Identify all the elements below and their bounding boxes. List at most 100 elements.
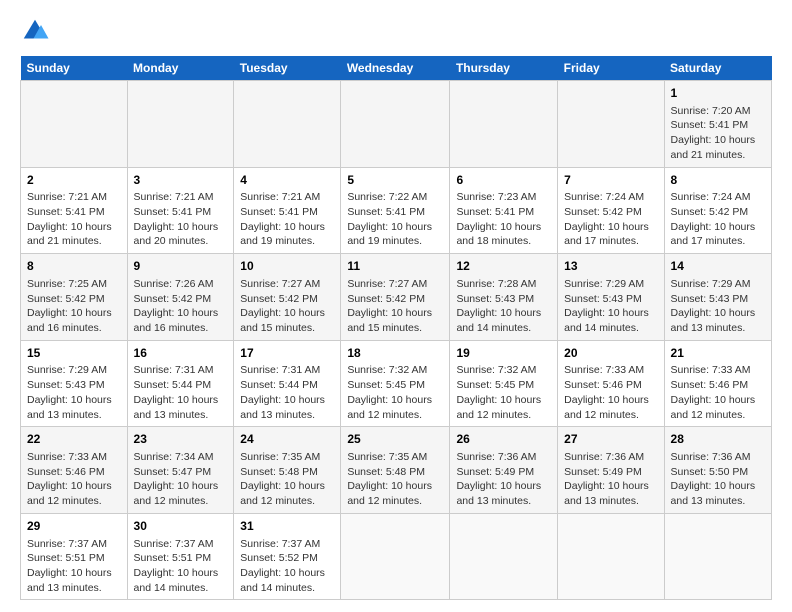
day-number: 9: [134, 258, 228, 275]
calendar-cell: 24 Sunrise: 7:35 AM Sunset: 5:48 PM Dayli…: [234, 427, 341, 514]
day-number: 31: [240, 518, 334, 535]
calendar-cell: 28Sunrise: 7:36 AM Sunset: 5:50 PM Dayli…: [664, 427, 771, 514]
calendar-cell: 23 Sunrise: 7:34 AM Sunset: 5:47 PM Dayli…: [127, 427, 234, 514]
day-info: Sunrise: 7:23 AM Sunset: 5:41 PM Dayligh…: [456, 190, 551, 249]
col-saturday: Saturday: [664, 56, 771, 81]
day-info: Sunrise: 7:37 AM Sunset: 5:51 PM Dayligh…: [27, 537, 121, 596]
day-info: Sunrise: 7:21 AM Sunset: 5:41 PM Dayligh…: [27, 190, 121, 249]
day-info: Sunrise: 7:35 AM Sunset: 5:48 PM Dayligh…: [240, 450, 334, 509]
day-number: 14: [671, 258, 765, 275]
col-monday: Monday: [127, 56, 234, 81]
week-row: 15Sunrise: 7:29 AM Sunset: 5:43 PM Dayli…: [21, 340, 772, 427]
calendar-cell: 11 Sunrise: 7:27 AM Sunset: 5:42 PM Dayli…: [341, 254, 450, 341]
day-info: Sunrise: 7:31 AM Sunset: 5:44 PM Dayligh…: [134, 363, 228, 422]
day-number: 27: [564, 431, 657, 448]
calendar-cell: 6Sunrise: 7:23 AM Sunset: 5:41 PM Daylig…: [450, 167, 558, 254]
day-info: Sunrise: 7:26 AM Sunset: 5:42 PM Dayligh…: [134, 277, 228, 336]
day-info: Sunrise: 7:20 AM Sunset: 5:41 PM Dayligh…: [671, 104, 765, 163]
calendar-cell: 27 Sunrise: 7:36 AM Sunset: 5:49 PM Dayli…: [558, 427, 664, 514]
col-tuesday: Tuesday: [234, 56, 341, 81]
day-number: 29: [27, 518, 121, 535]
day-info: Sunrise: 7:24 AM Sunset: 5:42 PM Dayligh…: [671, 190, 765, 249]
day-number: 3: [134, 172, 228, 189]
calendar-cell: 22 Sunrise: 7:33 AM Sunset: 5:46 PM Dayli…: [21, 427, 128, 514]
page: Sunday Monday Tuesday Wednesday Thursday…: [0, 0, 792, 612]
day-number: 4: [240, 172, 334, 189]
header-row: Sunday Monday Tuesday Wednesday Thursday…: [21, 56, 772, 81]
calendar-cell: 3Sunrise: 7:21 AM Sunset: 5:41 PM Daylig…: [127, 167, 234, 254]
calendar-cell: 13 Sunrise: 7:29 AM Sunset: 5:43 PM Dayli…: [558, 254, 664, 341]
day-info: Sunrise: 7:27 AM Sunset: 5:42 PM Dayligh…: [347, 277, 443, 336]
calendar-cell: 4Sunrise: 7:21 AM Sunset: 5:41 PM Daylig…: [234, 167, 341, 254]
calendar-cell: 9 Sunrise: 7:26 AM Sunset: 5:42 PM Daylig…: [127, 254, 234, 341]
day-number: 5: [347, 172, 443, 189]
day-number: 8: [27, 258, 121, 275]
calendar-cell: [558, 513, 664, 600]
calendar-cell: [21, 81, 128, 168]
day-number: 25: [347, 431, 443, 448]
day-info: Sunrise: 7:24 AM Sunset: 5:42 PM Dayligh…: [564, 190, 657, 249]
day-number: 8: [671, 172, 765, 189]
calendar-cell: [450, 513, 558, 600]
day-number: 7: [564, 172, 657, 189]
day-info: Sunrise: 7:33 AM Sunset: 5:46 PM Dayligh…: [564, 363, 657, 422]
day-info: Sunrise: 7:34 AM Sunset: 5:47 PM Dayligh…: [134, 450, 228, 509]
calendar-cell: [664, 513, 771, 600]
day-info: Sunrise: 7:28 AM Sunset: 5:43 PM Dayligh…: [456, 277, 551, 336]
logo-icon: [20, 16, 50, 46]
calendar-cell: [450, 81, 558, 168]
day-info: Sunrise: 7:32 AM Sunset: 5:45 PM Dayligh…: [347, 363, 443, 422]
calendar-cell: [127, 81, 234, 168]
day-info: Sunrise: 7:31 AM Sunset: 5:44 PM Dayligh…: [240, 363, 334, 422]
calendar-cell: 5Sunrise: 7:22 AM Sunset: 5:41 PM Daylig…: [341, 167, 450, 254]
day-number: 17: [240, 345, 334, 362]
week-row: 8Sunrise: 7:25 AM Sunset: 5:42 PM Daylig…: [21, 254, 772, 341]
day-info: Sunrise: 7:36 AM Sunset: 5:49 PM Dayligh…: [564, 450, 657, 509]
day-number: 13: [564, 258, 657, 275]
day-number: 11: [347, 258, 443, 275]
day-info: Sunrise: 7:29 AM Sunset: 5:43 PM Dayligh…: [564, 277, 657, 336]
calendar-cell: 30 Sunrise: 7:37 AM Sunset: 5:51 PM Dayli…: [127, 513, 234, 600]
calendar-cell: 1 Sunrise: 7:20 AM Sunset: 5:41 PM Daylig…: [664, 81, 771, 168]
day-number: 1: [671, 85, 765, 102]
day-number: 23: [134, 431, 228, 448]
calendar-cell: 8Sunrise: 7:25 AM Sunset: 5:42 PM Daylig…: [21, 254, 128, 341]
calendar-cell: [234, 81, 341, 168]
day-number: 26: [456, 431, 551, 448]
calendar-cell: [341, 81, 450, 168]
day-number: 30: [134, 518, 228, 535]
day-number: 20: [564, 345, 657, 362]
calendar-cell: 17Sunrise: 7:31 AM Sunset: 5:44 PM Dayli…: [234, 340, 341, 427]
week-row: 22 Sunrise: 7:33 AM Sunset: 5:46 PM Dayli…: [21, 427, 772, 514]
day-info: Sunrise: 7:37 AM Sunset: 5:51 PM Dayligh…: [134, 537, 228, 596]
calendar-cell: 2Sunrise: 7:21 AM Sunset: 5:41 PM Daylig…: [21, 167, 128, 254]
day-info: Sunrise: 7:21 AM Sunset: 5:41 PM Dayligh…: [240, 190, 334, 249]
col-wednesday: Wednesday: [341, 56, 450, 81]
calendar-cell: 14 Sunrise: 7:29 AM Sunset: 5:43 PM Dayli…: [664, 254, 771, 341]
day-info: Sunrise: 7:22 AM Sunset: 5:41 PM Dayligh…: [347, 190, 443, 249]
day-number: 16: [134, 345, 228, 362]
week-row: 1 Sunrise: 7:20 AM Sunset: 5:41 PM Daylig…: [21, 81, 772, 168]
calendar-cell: 8Sunrise: 7:24 AM Sunset: 5:42 PM Daylig…: [664, 167, 771, 254]
day-number: 22: [27, 431, 121, 448]
day-info: Sunrise: 7:29 AM Sunset: 5:43 PM Dayligh…: [671, 277, 765, 336]
day-info: Sunrise: 7:32 AM Sunset: 5:45 PM Dayligh…: [456, 363, 551, 422]
day-number: 2: [27, 172, 121, 189]
day-info: Sunrise: 7:37 AM Sunset: 5:52 PM Dayligh…: [240, 537, 334, 596]
calendar-cell: 20Sunrise: 7:33 AM Sunset: 5:46 PM Dayli…: [558, 340, 664, 427]
calendar-cell: [341, 513, 450, 600]
calendar-cell: 18Sunrise: 7:32 AM Sunset: 5:45 PM Dayli…: [341, 340, 450, 427]
day-number: 24: [240, 431, 334, 448]
day-info: Sunrise: 7:36 AM Sunset: 5:49 PM Dayligh…: [456, 450, 551, 509]
day-info: Sunrise: 7:35 AM Sunset: 5:48 PM Dayligh…: [347, 450, 443, 509]
col-sunday: Sunday: [21, 56, 128, 81]
day-number: 21: [671, 345, 765, 362]
calendar-cell: 31 Sunrise: 7:37 AM Sunset: 5:52 PM Dayli…: [234, 513, 341, 600]
calendar-cell: 15Sunrise: 7:29 AM Sunset: 5:43 PM Dayli…: [21, 340, 128, 427]
day-info: Sunrise: 7:27 AM Sunset: 5:42 PM Dayligh…: [240, 277, 334, 336]
calendar-cell: [558, 81, 664, 168]
day-info: Sunrise: 7:33 AM Sunset: 5:46 PM Dayligh…: [27, 450, 121, 509]
day-info: Sunrise: 7:21 AM Sunset: 5:41 PM Dayligh…: [134, 190, 228, 249]
calendar-cell: 19Sunrise: 7:32 AM Sunset: 5:45 PM Dayli…: [450, 340, 558, 427]
calendar-cell: 10Sunrise: 7:27 AM Sunset: 5:42 PM Dayli…: [234, 254, 341, 341]
